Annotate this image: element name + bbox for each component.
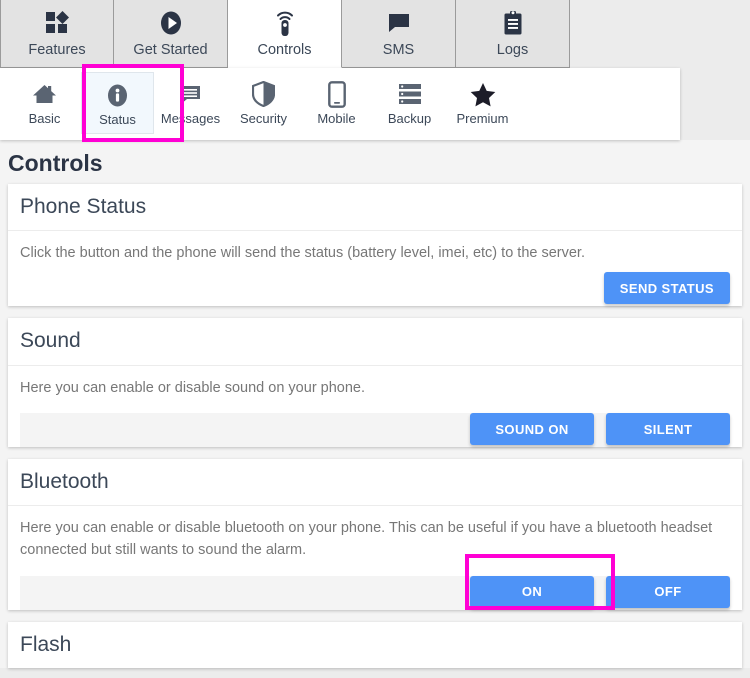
silent-button[interactable]: SILENT — [606, 413, 730, 446]
card-actions: SEND STATUS — [20, 272, 730, 306]
sub-tab-label: Mobile — [317, 111, 356, 126]
message-lines-icon — [178, 80, 203, 108]
main-tab-logs[interactable]: Logs — [456, 0, 570, 68]
sub-tab-label: Messages — [160, 111, 221, 126]
card-bluetooth: Bluetooth Here you can enable or disable… — [8, 459, 742, 610]
sub-tab-label: Status — [99, 112, 136, 127]
sub-tab-status[interactable]: Status — [81, 72, 154, 134]
sub-tab-basic[interactable]: Basic — [8, 72, 81, 134]
page-title: Controls — [0, 140, 750, 184]
card-description: Click the button and the phone will send… — [20, 244, 585, 261]
clipboard-icon — [501, 8, 525, 38]
primary-tab-bar: Features Get Started Controls SMS Logs — [0, 0, 570, 68]
bluetooth-on-button[interactable]: ON — [470, 575, 594, 608]
main-tab-sms[interactable]: SMS — [342, 0, 456, 68]
main-tab-label: Features — [28, 42, 86, 58]
main-tab-get-started[interactable]: Get Started — [114, 0, 228, 68]
shield-icon — [252, 80, 275, 108]
sub-tab-backup[interactable]: Backup — [373, 72, 446, 134]
server-stack-icon — [398, 80, 422, 108]
sub-tab-label: Basic — [28, 111, 61, 126]
sub-tab-label: Security — [240, 111, 287, 126]
card-flash: Flash — [8, 621, 742, 668]
card-title: Sound — [8, 318, 742, 366]
card-title: Flash — [20, 632, 72, 656]
card-description: Here you can enable or disable sound on … — [20, 379, 366, 396]
card-actions: ON OFF — [20, 553, 730, 610]
play-circle-icon — [158, 8, 184, 38]
widgets-icon — [44, 8, 70, 38]
sub-tab-label: Premium — [456, 111, 509, 126]
sub-tab-messages[interactable]: Messages — [154, 72, 227, 134]
bluetooth-off-button[interactable]: OFF — [606, 575, 730, 608]
main-tab-label: Controls — [257, 42, 312, 58]
phone-icon — [327, 80, 346, 108]
card-actions: SOUND ON SILENT — [20, 413, 730, 448]
send-status-button[interactable]: SEND STATUS — [603, 272, 730, 305]
card-phone-status: Phone Status Click the button and the ph… — [8, 183, 742, 307]
sub-tab-security[interactable]: Security — [227, 72, 300, 134]
main-tab-label: SMS — [382, 42, 415, 58]
sub-tab-label: Backup — [387, 111, 432, 126]
sub-tab-premium[interactable]: Premium — [446, 72, 519, 134]
card-title: Bluetooth — [8, 459, 742, 507]
info-circle-icon — [105, 81, 130, 109]
card-title: Phone Status — [8, 184, 742, 231]
chat-bubble-icon — [386, 8, 412, 38]
card-sound: Sound Here you can enable or disable sou… — [8, 318, 742, 448]
sub-tab-mobile[interactable]: Mobile — [300, 72, 373, 134]
home-icon — [32, 80, 57, 108]
main-tab-features[interactable]: Features — [0, 0, 114, 68]
main-tab-label: Get Started — [133, 42, 208, 58]
main-tab-controls[interactable]: Controls — [228, 0, 342, 68]
card-description: Here you can enable or disable bluetooth… — [20, 520, 713, 559]
secondary-tab-bar: Basic Status Messages Security Mobile Ba… — [0, 64, 680, 142]
content-area: Phone Status Click the button and the ph… — [0, 183, 750, 668]
main-tab-label: Logs — [496, 42, 529, 58]
star-icon — [470, 80, 496, 108]
remote-control-icon — [272, 8, 298, 38]
sound-on-button[interactable]: SOUND ON — [470, 413, 594, 446]
